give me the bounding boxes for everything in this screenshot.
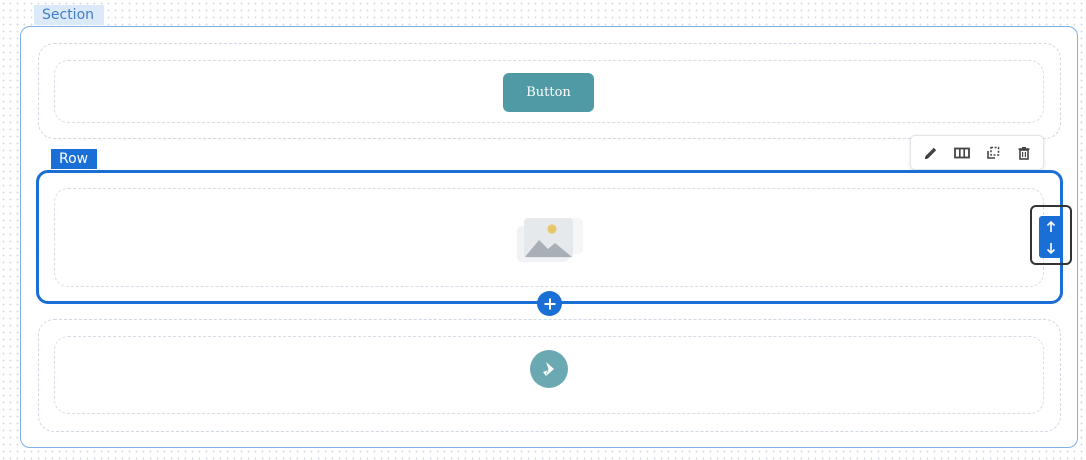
arrow-up-icon[interactable]	[1045, 220, 1057, 234]
row-label[interactable]: Row	[51, 149, 97, 169]
brand-logo-icon	[543, 362, 554, 376]
button-widget[interactable]: Button	[503, 73, 594, 112]
image-placeholder-icon	[517, 218, 583, 262]
trash-icon	[1018, 146, 1029, 160]
row-toolbar	[910, 135, 1044, 170]
section-label[interactable]: Section	[34, 5, 104, 25]
columns-icon	[953, 147, 970, 158]
add-row-button[interactable]	[537, 291, 562, 316]
brand-logo[interactable]	[530, 350, 568, 388]
columns-button[interactable]	[949, 140, 975, 166]
edit-button[interactable]	[918, 140, 944, 166]
image-placeholder[interactable]	[515, 212, 585, 262]
arrow-down-icon[interactable]	[1045, 241, 1057, 255]
delete-button[interactable]	[1011, 140, 1037, 166]
duplicate-button[interactable]	[980, 140, 1006, 166]
pencil-icon	[924, 147, 936, 159]
duplicate-icon	[986, 146, 999, 159]
plus-icon	[544, 298, 555, 309]
move-handle[interactable]	[1039, 216, 1063, 258]
